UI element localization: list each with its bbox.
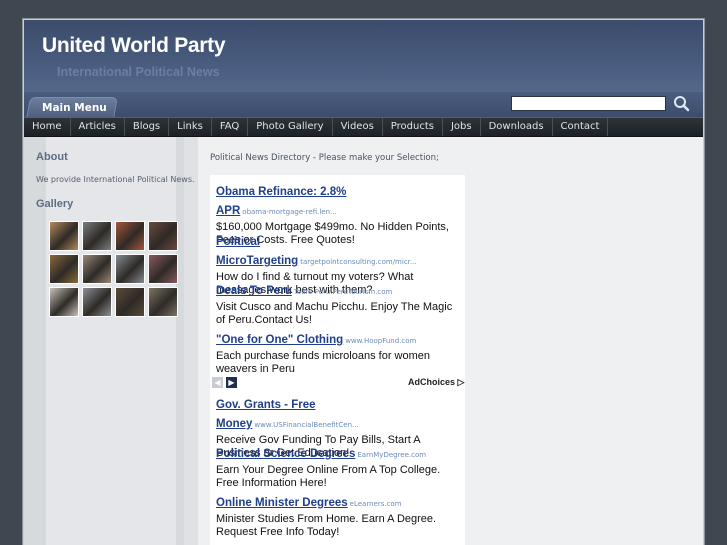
ad-title-link[interactable]: Online Minister Degrees (216, 497, 348, 509)
ad-item: Online Minister Degrees eLearners.com Min… (216, 491, 461, 538)
ad-url[interactable]: EarnMyDegree.com (357, 451, 426, 459)
gallery-thumbnail[interactable] (148, 287, 178, 317)
gallery-thumbnail[interactable] (82, 221, 112, 251)
nav-item-downloads[interactable]: Downloads (481, 118, 553, 136)
chevron-left-icon: ◀ (214, 378, 221, 387)
ad-description: Each purchase funds microloans for women… (216, 350, 430, 375)
nav-item-blogs[interactable]: Blogs (125, 118, 170, 136)
about-heading: About (36, 151, 68, 163)
chevron-right-icon: ▶ (228, 378, 235, 387)
nav-bar: Home Articles Blogs Links FAQ Photo Gall… (24, 117, 703, 137)
content-intro: Political News Directory - Please make y… (210, 153, 439, 163)
gallery-thumbnail[interactable] (49, 254, 79, 284)
gallery-thumbnail[interactable] (49, 221, 79, 251)
about-text: We provide International Political News. (36, 175, 195, 184)
gallery-heading: Gallery (36, 198, 74, 210)
adchoices-label: AdChoices (408, 377, 456, 387)
search-input[interactable] (511, 96, 666, 111)
ad-item: Political Science Degrees EarnMyDegree.co… (216, 442, 461, 489)
site-tagline: International Political News (57, 65, 220, 79)
nav-item-products[interactable]: Products (383, 118, 443, 136)
ad-url[interactable]: obama-mortgage-refi.len... (242, 208, 336, 216)
nav-item-home[interactable]: Home (24, 118, 71, 136)
gallery-thumbnail[interactable] (115, 221, 145, 251)
ad-item: "One for One" Clothing www.HoopFund.com E… (216, 328, 461, 375)
ad-next-button[interactable]: ▶ (226, 377, 237, 388)
gallery-grid (49, 221, 179, 317)
ad-title-link[interactable]: Deals To Peru (216, 285, 292, 297)
ad-url[interactable]: www.HoopFund.com (345, 337, 416, 345)
ad-description: Minister Studies From Home. Earn A Degre… (216, 513, 437, 538)
ad-url[interactable]: targetpointconsulting.com/micr... (300, 258, 416, 266)
ad-url[interactable]: eLearners.com (350, 500, 402, 508)
nav-item-links[interactable]: Links (169, 118, 212, 136)
nav-item-photo-gallery[interactable]: Photo Gallery (248, 118, 333, 136)
adchoices-link[interactable]: AdChoices ▷ (408, 377, 464, 388)
ad-title-link[interactable]: "One for One" Clothing (216, 334, 343, 346)
ad-url[interactable]: Tours-Peru.PeruTourism.com (294, 288, 393, 296)
ad-prev-button[interactable]: ◀ (212, 377, 223, 388)
site-header: United World Party International Politic… (24, 20, 703, 98)
gallery-thumbnail[interactable] (115, 287, 145, 317)
ad-description: Earn Your Degree Online From A Top Colle… (216, 464, 441, 489)
gallery-thumbnail[interactable] (49, 287, 79, 317)
ad-title-link[interactable]: Political Science Degrees (216, 448, 355, 460)
gallery-thumbnail[interactable] (82, 287, 112, 317)
ad-description: Visit Cusco and Machu Picchu. Enjoy The … (216, 301, 453, 326)
nav-item-videos[interactable]: Videos (333, 118, 383, 136)
search-icon (674, 96, 690, 112)
search-button[interactable] (672, 94, 692, 113)
main-menu-label: Main Menu (42, 102, 107, 114)
ad-item: Deals To Peru Tours-Peru.PeruTourism.com … (216, 279, 461, 326)
site-title[interactable]: United World Party (42, 34, 226, 58)
nav-item-faq[interactable]: FAQ (212, 118, 249, 136)
nav-item-contact[interactable]: Contact (553, 118, 609, 136)
gallery-thumbnail[interactable] (82, 254, 112, 284)
gallery-thumbnail[interactable] (148, 221, 178, 251)
nav-item-articles[interactable]: Articles (71, 118, 125, 136)
adchoices-icon: ▷ (457, 377, 465, 387)
nav-item-jobs[interactable]: Jobs (443, 118, 481, 136)
ad-title-link[interactable]: Political MicroTargeting (216, 236, 298, 267)
gallery-thumbnail[interactable] (115, 254, 145, 284)
ad-url[interactable]: www.USFinancialBenefitCen... (254, 421, 358, 429)
gallery-thumbnail[interactable] (148, 254, 178, 284)
